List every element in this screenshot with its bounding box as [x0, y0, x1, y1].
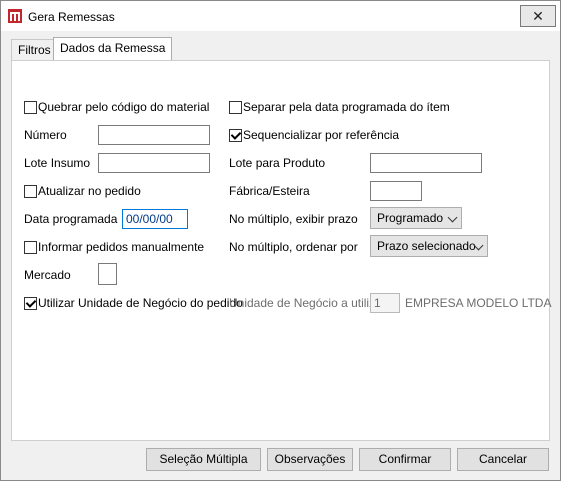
gera-remessas-window: Gera Remessas ✕ Filtros Dados da Remessa…	[0, 0, 561, 481]
close-button[interactable]: ✕	[520, 5, 556, 27]
exibir-prazo-label: No múltiplo, exibir prazo	[229, 212, 358, 226]
ordenar-value: Prazo selecionado	[377, 239, 476, 253]
informar-label: Informar pedidos manualmente	[38, 240, 205, 254]
lote-produto-label: Lote para Produto	[229, 156, 326, 170]
close-icon: ✕	[532, 8, 544, 24]
chevron-down-icon	[447, 212, 458, 223]
ordenar-select[interactable]: Prazo selecionado	[370, 235, 488, 257]
un-utilizar-label: Unidade de Negócio a utilizar	[229, 296, 386, 310]
quebrar-checkbox[interactable]	[24, 101, 37, 114]
utilizar-un-label: Utilizar Unidade de Negócio do pedido	[38, 296, 243, 310]
tab-filtros[interactable]: Filtros	[11, 39, 58, 60]
atualizar-label: Atualizar no pedido	[38, 184, 141, 198]
lote-insumo-input[interactable]	[98, 153, 210, 173]
title-bar: Gera Remessas ✕	[1, 1, 560, 31]
separar-label: Separar pela data programada do ítem	[243, 100, 450, 114]
separar-checkbox[interactable]	[229, 101, 242, 114]
window-title: Gera Remessas	[28, 10, 115, 24]
data-programada-label: Data programada	[24, 212, 118, 226]
quebrar-label: Quebrar pelo código do material	[38, 100, 210, 114]
sequencializar-checkbox[interactable]	[229, 129, 242, 142]
fabrica-input[interactable]	[370, 181, 422, 201]
un-name-text: EMPRESA MODELO LTDA	[405, 296, 552, 310]
confirmar-button[interactable]: Confirmar	[359, 448, 451, 471]
dados-remessa-panel: Quebrar pelo código do material Separar …	[11, 60, 552, 441]
data-programada-input[interactable]: 00/00/00	[122, 209, 188, 229]
numero-label: Número	[24, 128, 67, 142]
un-code-input[interactable]: 1	[370, 293, 400, 313]
ordenar-label: No múltiplo, ordenar por	[229, 240, 358, 254]
lote-insumo-label: Lote Insumo	[24, 156, 91, 170]
exibir-prazo-value: Programado	[377, 211, 444, 225]
exibir-prazo-select[interactable]: Programado	[370, 207, 462, 229]
observacoes-button[interactable]: Observações	[267, 448, 353, 471]
app-logo-icon	[8, 9, 22, 23]
atualizar-checkbox[interactable]	[24, 185, 37, 198]
fabrica-label: Fábrica/Esteira	[229, 184, 310, 198]
mercado-label: Mercado	[24, 268, 71, 282]
lote-produto-input[interactable]	[370, 153, 482, 173]
tab-dados-da-remessa[interactable]: Dados da Remessa	[53, 37, 173, 60]
mercado-input[interactable]	[98, 263, 117, 285]
sequencializar-label: Sequencializar por referência	[243, 128, 400, 142]
utilizar-un-checkbox[interactable]	[24, 297, 37, 310]
selecao-multipla-button[interactable]: Seleção Múltipla	[146, 448, 261, 471]
numero-input[interactable]	[98, 125, 210, 145]
informar-checkbox[interactable]	[24, 241, 37, 254]
cancelar-button[interactable]: Cancelar	[457, 448, 549, 471]
